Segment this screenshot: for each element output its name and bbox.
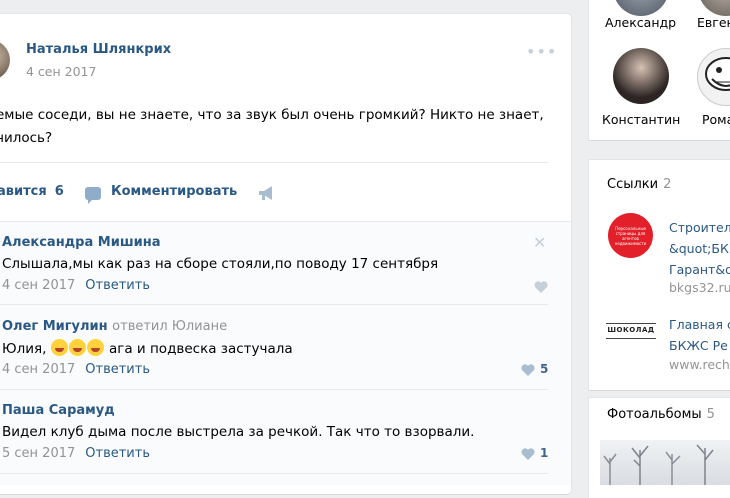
divider (0, 304, 548, 305)
link-title-line: Гарант&q (669, 262, 730, 277)
comment-author[interactable]: Александра Мишина (2, 235, 161, 250)
link-logo-text: Персональные страницы для агентов недвиж… (614, 225, 647, 246)
comment-text-suffix: ага и подвеска застучала (108, 341, 293, 357)
post-author[interactable]: Наталья Шлянкрих (26, 42, 171, 57)
laughing-emoji-icon (68, 339, 86, 356)
comment-author-line: Олег Мигулин ответил Юлиане (2, 319, 227, 334)
friend-avatar[interactable] (613, 48, 669, 104)
link-logo[interactable]: ШОКОЛАД (606, 323, 656, 339)
links-count: 2 (663, 177, 672, 192)
comment-text: Юлия, ага и подвеска застучала (2, 339, 293, 357)
comment-date[interactable]: 4 сен 2017 (2, 362, 75, 377)
photos-header[interactable]: Фотоальбомы 5 (607, 407, 715, 422)
link-title-line: &quot;БК (669, 241, 729, 256)
comment-like-count[interactable]: 1 (540, 446, 548, 460)
link-title[interactable]: Строител &quot;БК Гарант&q (669, 217, 730, 280)
link-title-line: Главная с (669, 317, 730, 332)
laughing-emoji-icon (86, 339, 104, 356)
divider (0, 473, 548, 474)
like-button[interactable]: авится 6 (0, 184, 64, 199)
comment-button[interactable]: Комментировать (111, 184, 237, 199)
comment-date[interactable]: 5 сен 2017 (2, 446, 75, 461)
heart-icon[interactable] (521, 448, 535, 460)
links-header[interactable]: Ссылки 2 (607, 177, 671, 192)
link-logo[interactable]: Персональные страницы для агентов недвиж… (608, 213, 653, 258)
close-icon[interactable]: ✕ (533, 233, 546, 252)
post-text-line: чилось? (0, 130, 53, 146)
comment-meta: 5 сен 2017 Ответить (2, 446, 150, 461)
post-date[interactable]: 4 сен 2017 (26, 64, 96, 79)
divider (0, 389, 548, 390)
comment-meta: 4 сен 2017 Ответить (2, 278, 150, 293)
laughing-emoji-icon (50, 339, 68, 356)
heart-icon[interactable] (534, 281, 548, 293)
winter-trees-image (603, 444, 714, 485)
comment-text: Видел клуб дыма после выстрела за речкой… (2, 424, 475, 440)
friend-name[interactable]: Константин (602, 112, 680, 127)
link-logo-text: ШОКОЛАД (607, 326, 655, 334)
comment-text-prefix: Юлия, (2, 341, 47, 357)
post-text: емые соседи, вы не знаете, что за звук б… (0, 104, 556, 150)
link-url[interactable]: www.rech (669, 357, 730, 372)
friend-name[interactable]: Александр (605, 15, 676, 30)
replied-to[interactable]: ответил Юлиане (112, 319, 227, 334)
more-options-icon[interactable]: ••• (526, 42, 557, 61)
link-url[interactable]: bkgs32.ru (669, 280, 730, 295)
like-label: авится (0, 184, 47, 199)
megaphone-icon[interactable] (258, 185, 276, 201)
link-title-line: БКЖС Ре (669, 338, 728, 353)
friend-avatar[interactable] (697, 48, 730, 106)
reply-link[interactable]: Ответить (85, 446, 150, 461)
photos-title: Фотоальбомы (607, 407, 702, 422)
divider (0, 162, 548, 163)
link-title-line: Строител (669, 220, 730, 235)
friend-name[interactable]: Роман (702, 112, 730, 127)
like-count: 6 (54, 184, 64, 199)
comment-icon (85, 187, 101, 204)
post-text-line: емые соседи, вы не знаете, что за звук б… (0, 107, 544, 123)
links-title: Ссылки (607, 177, 659, 192)
comment-date[interactable]: 4 сен 2017 (2, 278, 75, 293)
friend-name[interactable]: Евгени (697, 15, 730, 30)
link-title[interactable]: Главная с БКЖС Ре (669, 314, 730, 356)
reply-link[interactable]: Ответить (85, 278, 150, 293)
comment-meta: 4 сен 2017 Ответить (2, 362, 150, 377)
comment-author[interactable]: Олег Мигулин (2, 319, 108, 334)
comment-like-count[interactable]: 5 (540, 362, 548, 376)
comment-author[interactable]: Паша Сарамуд (2, 403, 115, 418)
comment-text: Слышала,мы как раз на сборе стояли,по по… (2, 256, 439, 272)
heart-icon[interactable] (521, 364, 535, 376)
photos-count: 5 (706, 407, 715, 422)
reply-link[interactable]: Ответить (85, 362, 150, 377)
trollface-icon (705, 57, 730, 91)
photo-album-thumbnail[interactable] (600, 440, 730, 485)
